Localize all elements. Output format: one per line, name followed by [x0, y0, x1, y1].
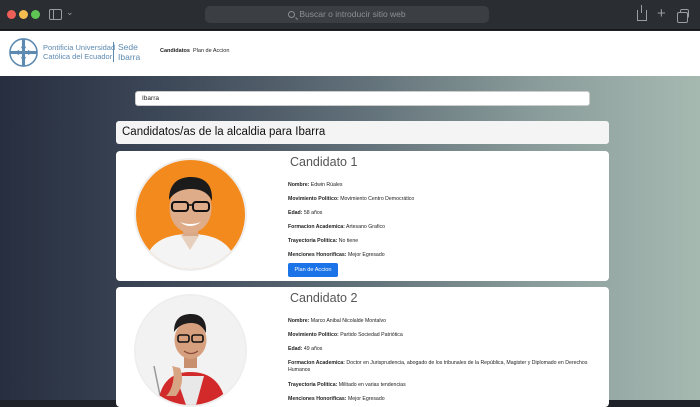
candidate-field-edad: Edad: 49 años	[288, 346, 588, 353]
field-label: Movimiento Politico:	[288, 332, 339, 338]
field-label: Edad:	[288, 210, 303, 216]
nav-plan-de-accion[interactable]: Plan de Accion	[193, 48, 229, 54]
field-value: 58 años	[303, 210, 323, 216]
city-search-input[interactable]: Ibarra	[135, 91, 590, 106]
field-value: Mejor Egresado	[347, 252, 385, 258]
logo-divider	[113, 42, 114, 62]
candidate-field-trayectoria: Trayectoria Politica: No tiene	[288, 238, 588, 245]
candidate-field-edad: Edad: 58 años	[288, 210, 588, 217]
field-value: 49 años	[303, 346, 323, 352]
plan-de-accion-button[interactable]: Plan de Accion	[288, 263, 338, 277]
field-label: Edad:	[288, 346, 303, 352]
field-value: Partido Sociedad Patriótica	[340, 332, 403, 338]
candidate-field-movimiento: Movimiento Politico: Movimiento Centro D…	[288, 196, 588, 203]
candidate-card: Candidato 1 Nombre: Edwin Rúales Movimie…	[116, 151, 609, 281]
campus-name-line2: Ibarra	[118, 51, 141, 62]
field-label: Menciones Honorificas:	[288, 252, 347, 258]
tab-overview-icon[interactable]	[677, 9, 689, 23]
candidate-card: Candidato 2 Nombre: Marco Anibal Nicolal…	[116, 287, 609, 407]
field-value: Edwin Rúales	[310, 182, 343, 188]
candidate-field-nombre: Nombre: Marco Anibal Nicolalde Montalvo	[288, 318, 588, 325]
field-value: Movimiento Centro Democrático	[340, 196, 415, 202]
university-name: Pontificia Universidad Católica del Ecua…	[43, 43, 115, 61]
address-bar-placeholder: Buscar o introducir sitio web	[299, 9, 406, 19]
close-window-button[interactable]	[7, 10, 16, 19]
sidebar-icon[interactable]	[49, 9, 62, 20]
candidate-title: Candidato 2	[290, 291, 358, 305]
browser-toolbar: ⌄ Buscar o introducir sitio web +	[0, 0, 700, 30]
field-label: Menciones Honorificas:	[288, 396, 347, 402]
field-label: Nombre:	[288, 182, 310, 188]
candidate-field-formacion: Formacion Academica: Artesano Grafico	[288, 224, 588, 231]
university-logo[interactable]	[8, 37, 39, 68]
candidate-field-nombre: Nombre: Edwin Rúales	[288, 182, 588, 189]
field-label: Formacion Academica:	[288, 360, 345, 366]
maximize-window-button[interactable]	[31, 10, 40, 19]
campus-name: Sede Ibarra	[118, 42, 141, 62]
field-value: No tiene	[338, 238, 359, 244]
share-icon[interactable]	[637, 5, 647, 21]
candidate-photo	[134, 294, 247, 407]
field-value: Militado en varias tendencias	[338, 382, 406, 388]
address-bar[interactable]: Buscar o introducir sitio web	[205, 6, 489, 23]
candidate-field-menciones: Menciones Honorificas: Mejor Egresado	[288, 252, 588, 259]
field-value: Artesano Grafico	[346, 224, 385, 230]
main-content: Ibarra Candidatos/as de la alcaldia para…	[0, 76, 700, 407]
chevron-down-icon[interactable]: ⌄	[66, 7, 74, 18]
section-title: Candidatos/as de la alcaldia para Ibarra	[116, 121, 609, 144]
nav-candidatos[interactable]: Candidatos	[160, 48, 190, 54]
candidate-title: Candidato 1	[290, 155, 358, 169]
field-value: Mejor Egresado	[347, 396, 385, 402]
field-label: Nombre:	[288, 318, 310, 324]
new-tab-icon[interactable]: +	[657, 6, 666, 21]
field-label: Trayectoria Politica:	[288, 382, 338, 388]
field-label: Formacion Academica:	[288, 224, 345, 230]
candidate-field-movimiento: Movimiento Politico: Partido Sociedad Pa…	[288, 332, 588, 339]
minimize-window-button[interactable]	[19, 10, 28, 19]
field-label: Movimiento Politico:	[288, 196, 339, 202]
candidate-photo	[134, 158, 247, 271]
university-name-line2: Católica del Ecuador	[43, 52, 113, 61]
university-name-line1: Pontificia Universidad	[43, 43, 116, 52]
search-icon	[288, 11, 296, 18]
field-value: Marco Anibal Nicolalde Montalvo	[310, 318, 387, 324]
candidate-field-trayectoria: Trayectoria Politica: Militado en varias…	[288, 382, 588, 389]
site-header: Pontificia Universidad Católica del Ecua…	[0, 31, 700, 76]
candidate-field-formacion: Formacion Academica: Doctor en Jurisprud…	[288, 360, 588, 374]
field-label: Trayectoria Politica:	[288, 238, 338, 244]
